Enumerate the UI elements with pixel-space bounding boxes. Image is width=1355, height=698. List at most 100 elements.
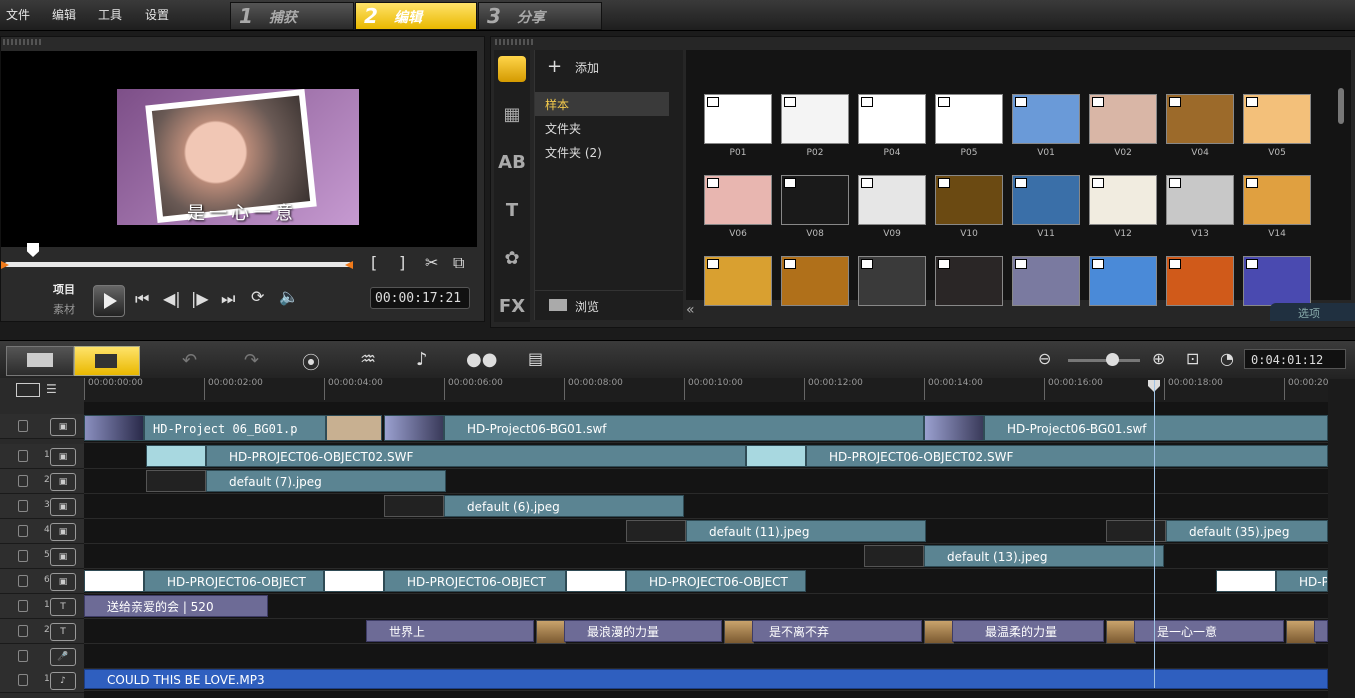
title-tab-icon[interactable]: AB xyxy=(498,152,526,178)
track-type-icon[interactable]: ▣ xyxy=(50,473,76,491)
motion-track-icon[interactable]: ●● xyxy=(466,349,497,370)
track-type-icon[interactable]: T xyxy=(50,623,76,641)
library-thumbnail[interactable] xyxy=(704,94,772,144)
overlay-clip[interactable]: default (35).jpeg xyxy=(1166,520,1328,542)
add-folder-button[interactable]: 添加 xyxy=(575,59,599,76)
zoom-out-icon[interactable]: ⊖ xyxy=(1038,349,1051,368)
library-thumbnail[interactable] xyxy=(1243,94,1311,144)
clip-thumbnail[interactable] xyxy=(146,445,206,467)
library-thumbnail[interactable] xyxy=(935,256,1003,306)
title-thumbnail[interactable] xyxy=(1106,620,1136,644)
title-clip[interactable]: 最温柔的力量 xyxy=(952,620,1104,642)
title-clip[interactable]: 是不离不弃 xyxy=(752,620,922,642)
title-clip[interactable]: 是一心一意 xyxy=(1134,620,1284,642)
zoom-in-icon[interactable]: ⊕ xyxy=(1152,349,1165,368)
library-thumbnail[interactable] xyxy=(781,256,849,306)
folder-item[interactable]: 文件夹 (2) xyxy=(545,144,602,161)
lock-icon[interactable] xyxy=(18,600,28,612)
go-to-end-icon[interactable]: ⏭ xyxy=(221,289,235,309)
repeat-icon[interactable]: ⟳ xyxy=(251,287,264,306)
library-thumbnail[interactable] xyxy=(1166,256,1234,306)
clip-thumbnail[interactable] xyxy=(626,520,686,542)
library-thumbnail[interactable] xyxy=(704,256,772,306)
playhead-line[interactable] xyxy=(1154,380,1155,688)
clip-thumbnail[interactable] xyxy=(384,495,444,517)
mark-out-button[interactable]: ] xyxy=(399,253,405,272)
library-thumbnail[interactable] xyxy=(1089,256,1157,306)
track-type-icon[interactable]: ▣ xyxy=(50,448,76,466)
clip-thumbnail[interactable] xyxy=(864,545,924,567)
panel-grip[interactable] xyxy=(3,39,43,45)
mode-project-label[interactable]: 项目 xyxy=(53,281,75,297)
lock-icon[interactable] xyxy=(18,450,28,462)
overlay-clip[interactable]: HD-PROJECT06-OBJECT02.SWF xyxy=(806,445,1328,467)
title-thumbnail[interactable] xyxy=(536,620,566,644)
library-thumbnail[interactable] xyxy=(935,94,1003,144)
add-icon[interactable]: + xyxy=(547,56,562,77)
volume-icon[interactable]: 🔈 xyxy=(279,287,299,306)
overlay-clip[interactable]: default (13).jpeg xyxy=(924,545,1164,567)
track-type-icon[interactable]: ♪ xyxy=(50,672,76,690)
library-scrollbar[interactable] xyxy=(1338,88,1344,124)
folder-item-selected[interactable]: 样本 xyxy=(535,92,669,116)
record-capture-icon[interactable]: ⦿ xyxy=(302,349,320,375)
clip-thumbnail[interactable] xyxy=(324,570,384,592)
filter-tab-icon[interactable]: FX xyxy=(498,296,526,322)
overlay-clip[interactable]: HD-PROJECT06-OBJECT02.SWF xyxy=(206,445,746,467)
lock-icon[interactable] xyxy=(18,575,28,587)
undo-icon[interactable]: ↶ xyxy=(182,350,197,371)
track-manager-icon[interactable] xyxy=(16,383,40,397)
options-button[interactable]: 选项 xyxy=(1270,303,1355,321)
track-type-icon[interactable]: ▣ xyxy=(50,548,76,566)
enlarge-preview-icon[interactable]: ⧉ xyxy=(453,253,464,273)
library-thumbnail[interactable] xyxy=(1089,94,1157,144)
preview-timecode[interactable]: 00:00:17:21 xyxy=(370,287,470,309)
library-thumbnail[interactable] xyxy=(1089,175,1157,225)
go-to-start-icon[interactable]: ⏮ xyxy=(135,289,149,309)
auto-music-icon[interactable]: ♪ xyxy=(416,349,428,370)
library-thumbnail[interactable] xyxy=(1012,256,1080,306)
title-clip-end[interactable] xyxy=(1314,620,1328,642)
zoom-slider[interactable] xyxy=(1068,359,1140,362)
redo-icon[interactable]: ↷ xyxy=(244,350,259,371)
track-type-icon[interactable]: ▣ xyxy=(50,523,76,541)
project-duration[interactable]: 0:04:01:12 xyxy=(1244,349,1346,369)
track-type-icon[interactable]: ▣ xyxy=(50,498,76,516)
storyboard-view-button[interactable] xyxy=(6,346,74,376)
scrubber-track[interactable] xyxy=(5,262,351,267)
lock-icon[interactable] xyxy=(18,550,28,562)
track-type-icon[interactable]: ▣ xyxy=(50,573,76,591)
overlay-clip[interactable]: default (7).jpeg xyxy=(206,470,446,492)
menu-edit[interactable]: 编辑 xyxy=(52,6,76,23)
clip-thumbnail[interactable] xyxy=(566,570,626,592)
video-clip[interactable]: HD-Project06-BG01.swf xyxy=(444,415,924,441)
clip-thumbnail[interactable] xyxy=(146,470,206,492)
track-type-icon[interactable]: 🎤 xyxy=(50,648,76,666)
clip-thumbnail[interactable] xyxy=(326,415,382,441)
clip-thumbnail[interactable] xyxy=(84,570,144,592)
library-thumbnail[interactable] xyxy=(1166,175,1234,225)
library-thumbnail[interactable] xyxy=(1012,94,1080,144)
title-clip[interactable]: 送给亲爱的会 | 520 xyxy=(84,595,268,617)
mark-in-button[interactable]: [ xyxy=(371,253,377,272)
step-share-tab[interactable]: 3 分享 xyxy=(478,2,602,30)
overlay-clip[interactable]: HD-PROJECT06-OBJECT xyxy=(144,570,324,592)
previous-frame-icon[interactable]: ◀| xyxy=(163,289,181,308)
library-thumbnail[interactable] xyxy=(1012,175,1080,225)
library-thumbnail[interactable] xyxy=(781,175,849,225)
menu-file[interactable]: 文件 xyxy=(6,6,30,23)
video-clip[interactable]: HD-Project 06_BG01.p xyxy=(144,415,326,441)
timeline-view-button[interactable] xyxy=(74,346,140,376)
library-thumbnail[interactable] xyxy=(858,256,926,306)
folder-item[interactable]: 文件夹 xyxy=(545,120,581,137)
lock-icon[interactable] xyxy=(18,625,28,637)
play-button[interactable] xyxy=(93,285,125,317)
lock-icon[interactable] xyxy=(18,500,28,512)
list-icon[interactable]: ☰ xyxy=(46,382,57,396)
library-thumbnail[interactable] xyxy=(1243,175,1311,225)
lock-icon[interactable] xyxy=(18,420,28,432)
fit-project-icon[interactable]: ⊡ xyxy=(1186,349,1199,368)
text-tab-icon[interactable]: T xyxy=(498,200,526,226)
menu-tools[interactable]: 工具 xyxy=(98,6,122,23)
sound-mixer-icon[interactable]: ♒ xyxy=(360,349,376,370)
